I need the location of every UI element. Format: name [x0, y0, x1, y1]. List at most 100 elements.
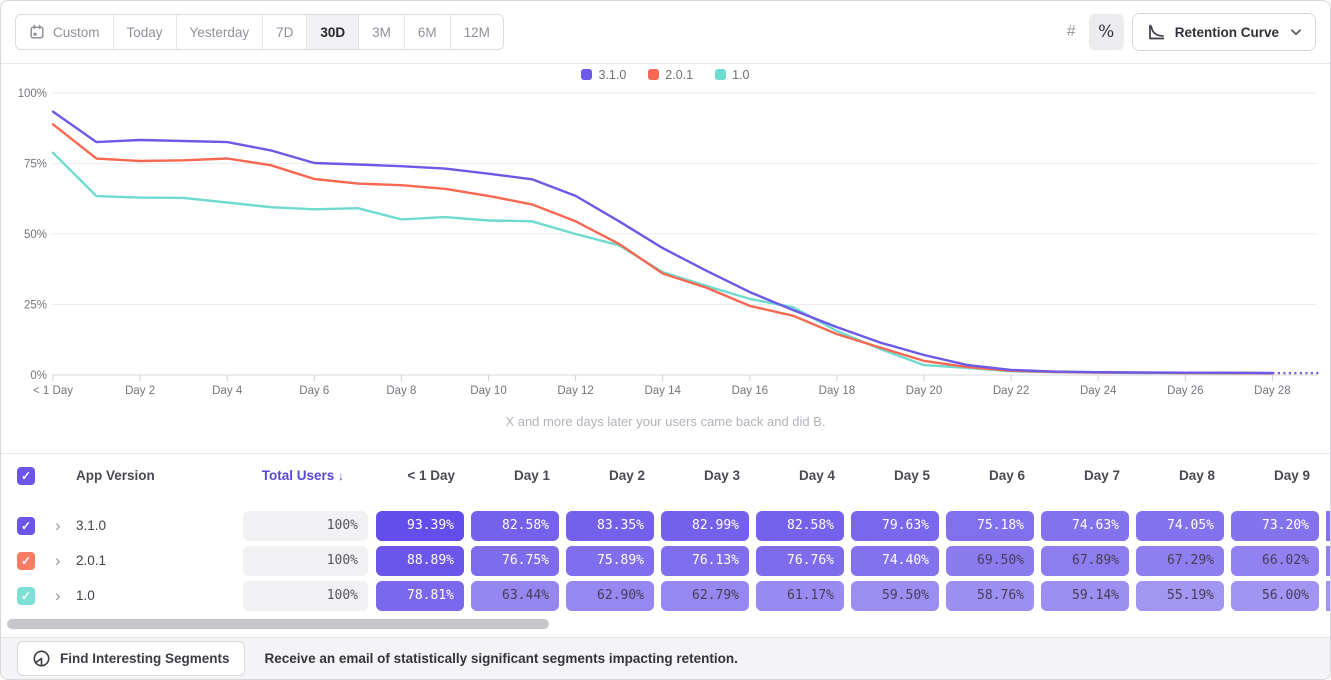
- retention-value-cell[interactable]: 63.44%: [471, 581, 559, 611]
- clipped-next-column-cell: [1326, 546, 1331, 576]
- chart-legend: 3.1.0 2.0.1 1.0: [1, 64, 1330, 85]
- retention-value-cell[interactable]: 74.05%: [1136, 511, 1224, 541]
- value-mode-toggle: #%: [1054, 14, 1124, 50]
- expand-row-chevron-icon[interactable]: ›: [55, 546, 61, 575]
- retention-value-cell[interactable]: 79.63%: [851, 511, 939, 541]
- value-mode-percentages[interactable]: %: [1089, 14, 1124, 50]
- day-column-header[interactable]: Day 4: [756, 454, 844, 497]
- date-range-7d[interactable]: 7D: [262, 15, 306, 49]
- day-column-header[interactable]: Day 6: [946, 454, 1034, 497]
- retention-value-cell[interactable]: 59.14%: [1041, 581, 1129, 611]
- row-checkbox[interactable]: ✓: [17, 552, 35, 570]
- retention-value-cell[interactable]: 67.89%: [1041, 546, 1129, 576]
- find-segments-label: Find Interesting Segments: [60, 651, 230, 666]
- day-column-header[interactable]: Day 9: [1231, 454, 1319, 497]
- retention-table: ✓ App Version Total Users ↓ < 1 DayDay 1…: [1, 453, 1330, 637]
- retention-value-cell[interactable]: 74.40%: [851, 546, 939, 576]
- retention-value-cell[interactable]: 62.90%: [566, 581, 654, 611]
- legend-item-1.0[interactable]: 1.0: [715, 68, 749, 82]
- expand-row-chevron-icon[interactable]: ›: [55, 511, 61, 540]
- date-range-label: 3M: [372, 25, 391, 40]
- svg-text:< 1 Day: < 1 Day: [33, 385, 73, 397]
- retention-value-cell[interactable]: 76.76%: [756, 546, 844, 576]
- date-range-6m[interactable]: 6M: [404, 15, 450, 49]
- retention-curve-icon: [1147, 23, 1165, 41]
- table-row-2.0.1[interactable]: ✓›2.0.1100%88.89%76.75%75.89%76.13%76.76…: [1, 546, 1330, 576]
- find-interesting-segments-button[interactable]: Find Interesting Segments: [17, 641, 245, 676]
- retention-value-cell[interactable]: 61.17%: [756, 581, 844, 611]
- day-column-header[interactable]: Day 5: [851, 454, 939, 497]
- date-range-custom[interactable]: Custom: [16, 15, 113, 49]
- retention-value-cell[interactable]: 59.50%: [851, 581, 939, 611]
- retention-value-cell[interactable]: 69.50%: [946, 546, 1034, 576]
- date-range-label: Custom: [53, 25, 100, 40]
- retention-value-cell[interactable]: 82.58%: [756, 511, 844, 541]
- date-range-label: Today: [127, 25, 163, 40]
- table-header-row: ✓ App Version Total Users ↓ < 1 DayDay 1…: [1, 454, 1330, 497]
- retention-value-cell[interactable]: 67.29%: [1136, 546, 1224, 576]
- retention-value-cell[interactable]: 66.02%: [1231, 546, 1319, 576]
- svg-text:Day 24: Day 24: [1080, 385, 1117, 397]
- legend-item-2.0.1[interactable]: 2.0.1: [648, 68, 693, 82]
- legend-label: 2.0.1: [665, 68, 693, 82]
- row-checkbox[interactable]: ✓: [17, 517, 35, 535]
- svg-text:Day 28: Day 28: [1254, 385, 1290, 397]
- date-range-today[interactable]: Today: [113, 15, 176, 49]
- chart-section: 3.1.02.0.11.0 100%75%50%25%0%< 1 DayDay …: [1, 64, 1330, 453]
- chart-type-dropdown[interactable]: Retention Curve: [1132, 13, 1316, 51]
- retention-value-cell[interactable]: 58.76%: [946, 581, 1034, 611]
- day-column-header[interactable]: Day 3: [661, 454, 749, 497]
- date-range-yesterday[interactable]: Yesterday: [176, 15, 263, 49]
- retention-value-cell[interactable]: 76.13%: [661, 546, 749, 576]
- day-column-header[interactable]: Day 8: [1136, 454, 1224, 497]
- day-column-header[interactable]: Day 2: [566, 454, 654, 497]
- total-users-cell: 100%: [243, 511, 368, 541]
- legend-label: 1.0: [732, 68, 749, 82]
- svg-text:25%: 25%: [24, 300, 47, 312]
- svg-text:Day 16: Day 16: [732, 385, 768, 397]
- date-range-label: 7D: [276, 25, 293, 40]
- retention-value-cell[interactable]: 75.89%: [566, 546, 654, 576]
- table-row-1.0[interactable]: ✓›1.0100%78.81%63.44%62.90%62.79%61.17%5…: [1, 581, 1330, 611]
- retention-value-cell[interactable]: 82.58%: [471, 511, 559, 541]
- retention-value-cell[interactable]: 75.18%: [946, 511, 1034, 541]
- legend-swatch: [715, 69, 726, 80]
- retention-value-cell[interactable]: 56.00%: [1231, 581, 1319, 611]
- chevron-down-icon: [1291, 29, 1301, 36]
- day-column-header[interactable]: Day 7: [1041, 454, 1129, 497]
- scrollbar-thumb[interactable]: [7, 619, 549, 629]
- date-range-group: Custom Today Yesterday 7D 30D 3M 6M12M: [15, 14, 504, 50]
- value-mode-absolute-numbers[interactable]: #: [1054, 14, 1089, 50]
- date-range-12m[interactable]: 12M: [450, 15, 503, 49]
- svg-text:Day 4: Day 4: [212, 385, 243, 397]
- expand-row-chevron-icon[interactable]: ›: [55, 581, 61, 610]
- svg-text:Day 22: Day 22: [993, 385, 1029, 397]
- retention-value-cell[interactable]: 82.99%: [661, 511, 749, 541]
- retention-value-cell[interactable]: 83.35%: [566, 511, 654, 541]
- retention-value-cell[interactable]: 55.19%: [1136, 581, 1224, 611]
- chart-type-label: Retention Curve: [1175, 25, 1279, 40]
- retention-value-cell[interactable]: 76.75%: [471, 546, 559, 576]
- retention-value-cell[interactable]: 73.20%: [1231, 511, 1319, 541]
- footer-message: Receive an email of statistically signif…: [265, 651, 738, 666]
- day-column-header[interactable]: Day 1: [471, 454, 559, 497]
- svg-text:0%: 0%: [30, 370, 47, 382]
- date-range-30d[interactable]: 30D: [306, 15, 358, 49]
- retention-value-cell[interactable]: 93.39%: [376, 511, 464, 541]
- retention-value-cell[interactable]: 78.81%: [376, 581, 464, 611]
- svg-text:75%: 75%: [24, 159, 47, 171]
- retention-line-chart: 100%75%50%25%0%< 1 DayDay 2Day 4Day 6Day…: [1, 85, 1330, 397]
- row-checkbox[interactable]: ✓: [17, 587, 35, 605]
- legend-item-3.1.0[interactable]: 3.1.0: [581, 68, 626, 82]
- retention-value-cell[interactable]: 88.89%: [376, 546, 464, 576]
- footer-bar: Find Interesting Segments Receive an ema…: [1, 637, 1330, 679]
- svg-text:50%: 50%: [24, 229, 47, 241]
- toolbar: Custom Today Yesterday 7D 30D 3M 6M12M #% Rete…: [1, 1, 1330, 64]
- legend-swatch: [648, 69, 659, 80]
- retention-value-cell[interactable]: 62.79%: [661, 581, 749, 611]
- table-row-3.1.0[interactable]: ✓›3.1.0100%93.39%82.58%83.35%82.99%82.58…: [1, 511, 1330, 541]
- date-range-label: 30D: [320, 25, 345, 40]
- retention-value-cell[interactable]: 74.63%: [1041, 511, 1129, 541]
- date-range-3m[interactable]: 3M: [358, 15, 404, 49]
- day-column-header[interactable]: < 1 Day: [376, 454, 464, 497]
